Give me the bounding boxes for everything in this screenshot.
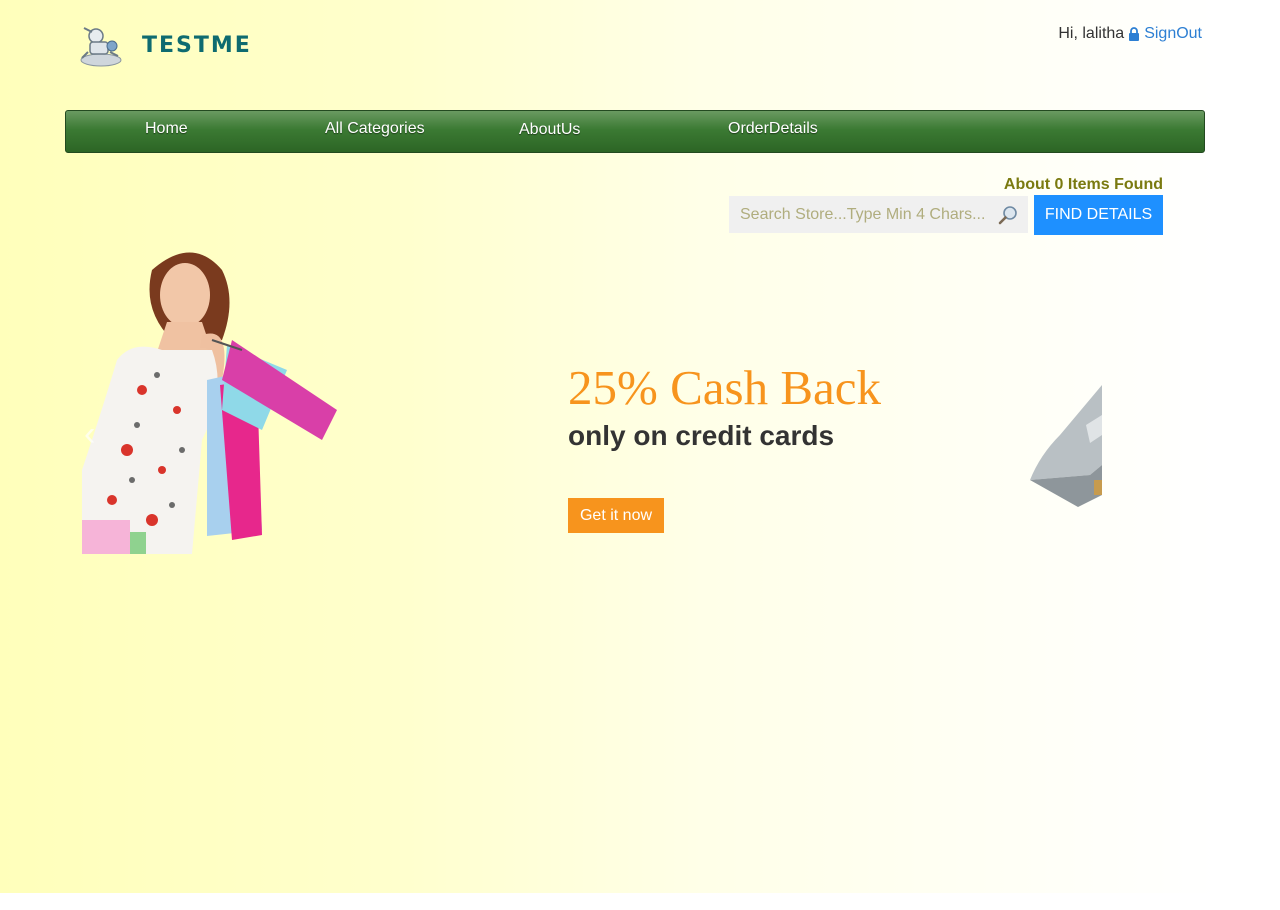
get-it-now-button[interactable]: Get it now xyxy=(568,498,664,533)
site-logo[interactable]: TESTME xyxy=(76,22,276,68)
results-count: About 0 Items Found xyxy=(1003,176,1163,193)
search-box xyxy=(729,196,1028,233)
logo-text: TESTME xyxy=(142,32,252,58)
nav-item-home[interactable]: Home xyxy=(145,120,188,138)
greeting-text: Hi, lalitha xyxy=(1058,25,1125,42)
lock-icon xyxy=(1129,27,1140,41)
magnifier-icon[interactable] xyxy=(998,205,1018,225)
promo-title: 25% Cash Back xyxy=(568,360,881,415)
user-greeting: Hi, lalitha SignOut xyxy=(1058,25,1202,43)
nav-item-orderdetails[interactable]: OrderDetails xyxy=(728,120,818,138)
search-input[interactable] xyxy=(729,196,989,233)
shopping-bag-image xyxy=(1030,385,1102,507)
carousel-prev-arrow[interactable]: ‹ xyxy=(84,415,95,454)
nav-item-all-categories[interactable]: All Categories xyxy=(325,120,425,138)
promo-carousel: ‹ 25% Cash Back only on credit cards Get… xyxy=(82,240,1102,560)
nav-item-aboutus[interactable]: AboutUs xyxy=(519,121,580,139)
main-navbar: Home All Categories AboutUs OrderDetails xyxy=(65,110,1205,153)
find-details-button[interactable]: FIND DETAILS xyxy=(1034,195,1163,235)
signout-link[interactable]: SignOut xyxy=(1144,25,1202,43)
shopper-woman-image xyxy=(82,252,337,554)
promo-subtitle: only on credit cards xyxy=(568,420,835,451)
robot-logo-icon xyxy=(80,27,122,67)
